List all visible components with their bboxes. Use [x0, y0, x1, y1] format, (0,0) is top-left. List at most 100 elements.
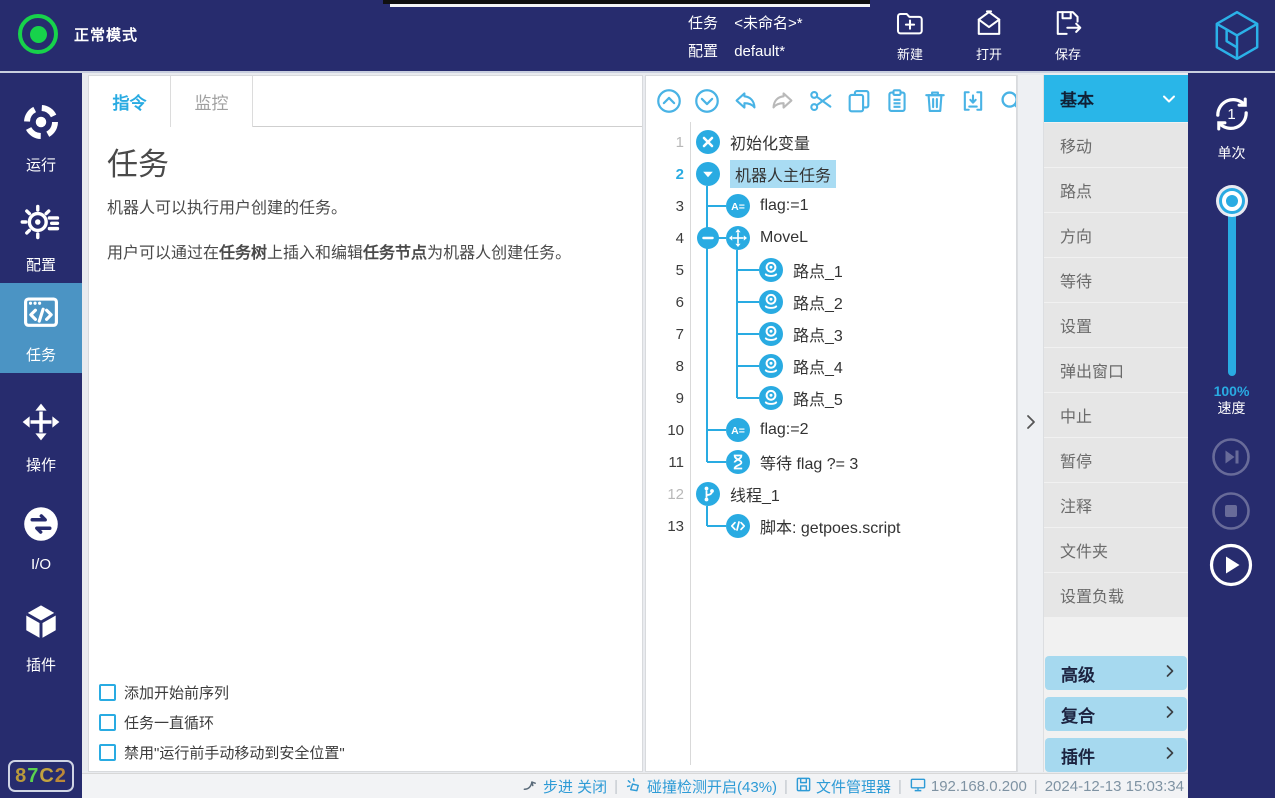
- sidebar-item-operate[interactable]: 操作: [0, 393, 82, 483]
- tab-monitor[interactable]: 监控: [171, 76, 253, 127]
- insert-node-button[interactable]: [958, 86, 988, 116]
- step-mode-status[interactable]: 步进 关闭: [522, 776, 607, 797]
- tree-row-waypoint1[interactable]: 5 路点_1: [646, 254, 1017, 286]
- command-popup[interactable]: 弹出窗口: [1044, 348, 1188, 392]
- redo-button[interactable]: [768, 86, 798, 116]
- tree-row-waypoint5[interactable]: 9 路点_5: [646, 382, 1017, 414]
- command-comment[interactable]: 注释: [1044, 483, 1188, 527]
- line-number: 5: [646, 262, 684, 279]
- robot-mode-indicator[interactable]: 正常模式: [18, 14, 138, 54]
- open-envelope-icon: [972, 8, 1006, 41]
- sidebar-item-io[interactable]: I/O: [0, 493, 82, 583]
- tree-node-label: flag:=1: [760, 197, 808, 215]
- collision-detection-status[interactable]: 碰撞检测开启(43%): [625, 776, 777, 797]
- speed-slider-knob[interactable]: [1219, 188, 1245, 214]
- line-number: 12: [646, 486, 684, 503]
- config-label: 配置: [688, 43, 718, 60]
- sidebar-label-run: 运行: [26, 154, 56, 175]
- file-manager-link[interactable]: 文件管理器: [795, 776, 891, 797]
- separator: |: [1034, 778, 1038, 795]
- screen-artifact-line: [390, 4, 870, 7]
- chevron-right-icon: [1165, 745, 1175, 765]
- checkbox-loop-forever[interactable]: 任务一直循环: [99, 707, 345, 737]
- command-folder[interactable]: 文件夹: [1044, 528, 1188, 572]
- expand-panel-chevron[interactable]: [1023, 412, 1039, 437]
- badge-char: 8: [15, 765, 27, 788]
- command-group-advanced[interactable]: 高级: [1045, 656, 1187, 690]
- tree-row-init-vars[interactable]: 1 初始化变量: [646, 126, 1017, 158]
- sidebar-item-task[interactable]: 任务: [0, 283, 82, 373]
- tree-row-assign-flag2[interactable]: 10 A= flag:=2: [646, 414, 1017, 446]
- speed-slider-track[interactable]: [1228, 200, 1236, 376]
- checkbox-disable-safe-move[interactable]: 禁用"运行前手动移动到安全位置": [99, 737, 345, 767]
- separator: |: [784, 778, 788, 795]
- tree-node-label: 路点_5: [793, 386, 843, 410]
- delete-button[interactable]: [920, 86, 950, 116]
- checkbox-label: 任务一直循环: [124, 712, 214, 733]
- command-wait[interactable]: 等待: [1044, 258, 1188, 302]
- sidebar-label-plugin: 插件: [26, 654, 56, 675]
- move-up-button[interactable]: [654, 86, 684, 116]
- chevron-right-icon: [1165, 663, 1175, 683]
- tree-node-label: 路点_3: [793, 322, 843, 346]
- tree-row-main-task[interactable]: 2 机器人主任务: [646, 158, 1017, 190]
- single-cycle-icon: 1: [1209, 91, 1255, 137]
- command-category-basic[interactable]: 基本: [1044, 75, 1188, 122]
- command-move[interactable]: 移动: [1044, 123, 1188, 167]
- sidebar-item-config[interactable]: 配置: [0, 193, 82, 283]
- line-number: 1: [646, 134, 684, 151]
- file-manager-label: 文件管理器: [816, 776, 891, 797]
- step-mode-label: 步进 关闭: [543, 776, 607, 797]
- tree-node-label: 脚本: getpoes.script: [760, 514, 901, 538]
- search-button[interactable]: [996, 86, 1017, 116]
- cut-button[interactable]: [806, 86, 836, 116]
- chevron-down-icon: [1162, 89, 1176, 109]
- new-task-label: 新建: [897, 44, 923, 63]
- sidebar-label-task: 任务: [26, 344, 56, 365]
- command-waypoint[interactable]: 路点: [1044, 168, 1188, 212]
- undo-button[interactable]: [730, 86, 760, 116]
- command-direction[interactable]: 方向: [1044, 213, 1188, 257]
- safety-code-badge: 8 7 C 2: [8, 760, 74, 792]
- command-pause[interactable]: 暂停: [1044, 438, 1188, 482]
- play-button[interactable]: [1208, 542, 1254, 593]
- mode-status-icon: [18, 14, 58, 54]
- tree-node-label: 路点_2: [793, 290, 843, 314]
- tab-instruction[interactable]: 指令: [89, 76, 171, 127]
- sidebar-nav: 运行 配置: [0, 73, 82, 798]
- save-task-button[interactable]: 保存: [1044, 8, 1092, 63]
- tree-row-waypoint2[interactable]: 6 路点_2: [646, 286, 1017, 318]
- command-set[interactable]: 设置: [1044, 303, 1188, 347]
- task-options: 添加开始前序列 任务一直循环 禁用"运行前手动移动到安全位置": [99, 677, 345, 767]
- move-down-button[interactable]: [692, 86, 722, 116]
- expand-caret-icon[interactable]: [696, 162, 720, 186]
- checkbox-add-preamble[interactable]: 添加开始前序列: [99, 677, 345, 707]
- tree-row-waypoint3[interactable]: 7 路点_3: [646, 318, 1017, 350]
- speed-label: 速度: [1188, 400, 1275, 417]
- sidebar-item-plugin[interactable]: 插件: [0, 593, 82, 683]
- collision-label: 碰撞检测开启(43%): [647, 776, 777, 797]
- command-abort[interactable]: 中止: [1044, 393, 1188, 437]
- tree-row-assign-flag1[interactable]: 3 A= flag:=1: [646, 190, 1017, 222]
- new-task-button[interactable]: 新建: [886, 8, 934, 63]
- stop-button[interactable]: [1210, 490, 1252, 537]
- topbar-actions: 新建 打开: [886, 8, 1092, 63]
- collapse-toggle-movel[interactable]: [697, 227, 719, 249]
- group-label: 高级: [1061, 661, 1095, 686]
- step-forward-button[interactable]: [1210, 436, 1252, 483]
- sidebar-item-run[interactable]: 运行: [0, 93, 82, 183]
- single-run-label: 单次: [1218, 143, 1246, 163]
- copy-button[interactable]: [844, 86, 874, 116]
- open-task-button[interactable]: 打开: [965, 8, 1013, 63]
- command-group-composite[interactable]: 复合: [1045, 697, 1187, 731]
- task-tree-panel: 1 初始化变量 2 机器人主任务 3 A= flag:=1: [645, 75, 1017, 772]
- tree-row-wait[interactable]: 11 等待 flag ?= 3: [646, 446, 1017, 478]
- command-set-payload[interactable]: 设置负载: [1044, 573, 1188, 617]
- single-run-mode[interactable]: 1 单次: [1188, 91, 1275, 163]
- paste-button[interactable]: [882, 86, 912, 116]
- command-group-plugin[interactable]: 插件: [1045, 738, 1187, 772]
- tree-row-script[interactable]: 13 脚本: getpoes.script: [646, 510, 1017, 542]
- tree-row-waypoint4[interactable]: 8 路点_4: [646, 350, 1017, 382]
- tree-row-thread[interactable]: 12 线程_1: [646, 478, 1017, 510]
- collision-icon: [625, 776, 643, 797]
